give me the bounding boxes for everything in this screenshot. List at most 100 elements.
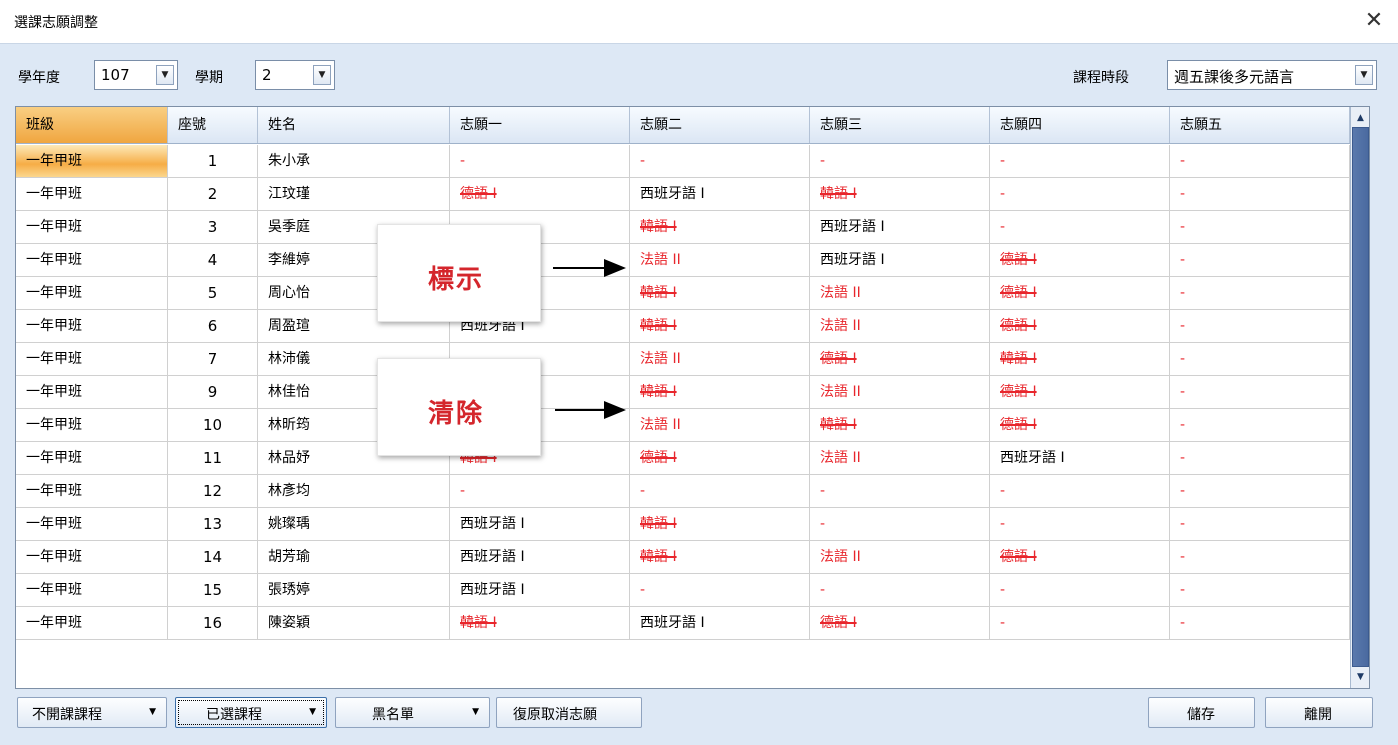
header-choice-3[interactable]: 志願三	[810, 107, 990, 143]
cell-choice-5[interactable]: -	[1170, 541, 1350, 573]
cell-seat[interactable]: 12	[168, 475, 258, 507]
preference-grid[interactable]: 班級 座號 姓名 志願一 志願二 志願三 志願四 志願五 一年甲班 1 朱小承 - - -…	[15, 106, 1370, 689]
not-open-courses-button[interactable]: 不開課課程 ▼	[17, 697, 167, 728]
cell-name[interactable]: 胡芳瑜	[258, 541, 450, 573]
chevron-down-icon[interactable]: ▼	[156, 65, 174, 85]
table-row[interactable]: 一年甲班 11 林品妤 韓語 I 德語 I 法語 II 西班牙語 I-	[16, 442, 1350, 475]
cell-class[interactable]: 一年甲班	[16, 541, 168, 573]
period-select[interactable]: 週五課後多元語言 ▼	[1167, 60, 1377, 90]
cell-seat[interactable]: 13	[168, 508, 258, 540]
cell-class[interactable]: 一年甲班	[16, 607, 168, 639]
header-choice-2[interactable]: 志願二	[630, 107, 810, 143]
cell-seat[interactable]: 11	[168, 442, 258, 474]
cell-seat[interactable]: 1	[168, 145, 258, 177]
table-row[interactable]: 一年甲班 14 胡芳瑜 西班牙語 I 韓語 I 法語 II 德語 I-	[16, 541, 1350, 574]
cell-seat[interactable]: 2	[168, 178, 258, 210]
cell-class[interactable]: 一年甲班	[16, 442, 168, 474]
cell-choice-2[interactable]: 法語 II	[630, 343, 810, 375]
cell-choice-2[interactable]: 韓語 I	[630, 277, 810, 309]
cell-choice-1[interactable]: 西班牙語 I	[450, 508, 630, 540]
table-row[interactable]: 一年甲班 4 李維婷 法語 II 西班牙語 I 德語 I-	[16, 244, 1350, 277]
cell-class[interactable]: 一年甲班	[16, 574, 168, 606]
cell-class[interactable]: 一年甲班	[16, 277, 168, 309]
save-button[interactable]: 儲存	[1148, 697, 1255, 728]
cell-seat[interactable]: 9	[168, 376, 258, 408]
cell-name[interactable]: 朱小承	[258, 145, 450, 177]
cell-choice-4[interactable]: 德語 I	[990, 409, 1170, 441]
cell-seat[interactable]: 3	[168, 211, 258, 243]
cell-seat[interactable]: 4	[168, 244, 258, 276]
cell-class[interactable]: 一年甲班	[16, 376, 168, 408]
cell-choice-5[interactable]: -	[1170, 178, 1350, 210]
cell-seat[interactable]: 10	[168, 409, 258, 441]
cell-choice-3[interactable]: 韓語 I	[810, 409, 990, 441]
cell-choice-3[interactable]: 德語 I	[810, 607, 990, 639]
scroll-down-icon[interactable]: ▼	[1352, 668, 1369, 686]
table-row[interactable]: 一年甲班 12 林彥均 - - - - -	[16, 475, 1350, 508]
cell-choice-4[interactable]: -	[990, 607, 1170, 639]
table-row[interactable]: 一年甲班 3 吳季庭 韓語 I 西班牙語 I--	[16, 211, 1350, 244]
cell-choice-3[interactable]: 法語 II	[810, 310, 990, 342]
cell-choice-2[interactable]: -	[630, 145, 810, 177]
table-row[interactable]: 一年甲班 5 周心怡 韓語 I 法語 II 德語 I-	[16, 277, 1350, 310]
scroll-thumb[interactable]	[1352, 127, 1369, 667]
cell-choice-5[interactable]: -	[1170, 211, 1350, 243]
cell-class[interactable]: 一年甲班	[16, 310, 168, 342]
cell-choice-4[interactable]: -	[990, 574, 1170, 606]
cell-class[interactable]: 一年甲班	[16, 178, 168, 210]
cell-name[interactable]: 林彥均	[258, 475, 450, 507]
cell-choice-1[interactable]: -	[450, 475, 630, 507]
cell-choice-4[interactable]: 德語 I	[990, 244, 1170, 276]
cell-choice-2[interactable]: 韓語 I	[630, 541, 810, 573]
cell-choice-4[interactable]: -	[990, 211, 1170, 243]
cell-choice-3[interactable]: -	[810, 145, 990, 177]
cell-name[interactable]: 陳姿穎	[258, 607, 450, 639]
table-row[interactable]: 一年甲班 1 朱小承 - - - - -	[16, 145, 1350, 178]
cell-choice-1[interactable]: 西班牙語 I	[450, 574, 630, 606]
cell-class[interactable]: 一年甲班	[16, 409, 168, 441]
table-row[interactable]: 一年甲班 16 陳姿穎 韓語 I 西班牙語 I 德語 I--	[16, 607, 1350, 640]
cell-class[interactable]: 一年甲班	[16, 145, 168, 177]
cell-choice-4[interactable]: -	[990, 145, 1170, 177]
cell-choice-2[interactable]: -	[630, 475, 810, 507]
cell-name[interactable]: 江玟瑾	[258, 178, 450, 210]
cell-choice-2[interactable]: 韓語 I	[630, 310, 810, 342]
cell-name[interactable]: 姚璨瑀	[258, 508, 450, 540]
cell-choice-4[interactable]: 韓語 I	[990, 343, 1170, 375]
cell-choice-5[interactable]: -	[1170, 409, 1350, 441]
cell-choice-2[interactable]: 西班牙語 I	[630, 178, 810, 210]
cell-choice-3[interactable]: 西班牙語 I	[810, 211, 990, 243]
table-row[interactable]: 一年甲班 6 周盈瑄 西班牙語 I 韓語 I 法語 II 德語 I-	[16, 310, 1350, 343]
cell-choice-5[interactable]: -	[1170, 442, 1350, 474]
cell-choice-2[interactable]: -	[630, 574, 810, 606]
vertical-scrollbar[interactable]: ▲ ▼	[1350, 107, 1369, 688]
cell-choice-3[interactable]: 法語 II	[810, 277, 990, 309]
cell-choice-4[interactable]: 西班牙語 I	[990, 442, 1170, 474]
blacklist-button[interactable]: 黑名單 ▼	[335, 697, 490, 728]
cell-choice-2[interactable]: 法語 II	[630, 409, 810, 441]
cell-choice-3[interactable]: 德語 I	[810, 343, 990, 375]
cell-choice-4[interactable]: 德語 I	[990, 310, 1170, 342]
cell-seat[interactable]: 15	[168, 574, 258, 606]
cell-class[interactable]: 一年甲班	[16, 475, 168, 507]
restore-cancelled-button[interactable]: 復原取消志願	[496, 697, 642, 728]
header-choice-5[interactable]: 志願五	[1170, 107, 1350, 143]
cell-choice-3[interactable]: 法語 II	[810, 541, 990, 573]
cell-choice-3[interactable]: -	[810, 475, 990, 507]
cell-choice-5[interactable]: -	[1170, 145, 1350, 177]
header-choice-4[interactable]: 志願四	[990, 107, 1170, 143]
cell-class[interactable]: 一年甲班	[16, 244, 168, 276]
table-row[interactable]: 一年甲班 9 林佳怡 韓語 I 法語 II 德語 I-	[16, 376, 1350, 409]
cell-choice-3[interactable]: 韓語 I	[810, 178, 990, 210]
cell-choice-5[interactable]: -	[1170, 475, 1350, 507]
cell-choice-2[interactable]: 西班牙語 I	[630, 607, 810, 639]
cell-choice-4[interactable]: 德語 I	[990, 376, 1170, 408]
cell-choice-5[interactable]: -	[1170, 607, 1350, 639]
selected-courses-button[interactable]: 已選課程 ▼	[175, 697, 327, 728]
cell-choice-1[interactable]: 韓語 I	[450, 607, 630, 639]
cell-choice-5[interactable]: -	[1170, 244, 1350, 276]
cell-choice-1[interactable]: -	[450, 145, 630, 177]
header-choice-1[interactable]: 志願一	[450, 107, 630, 143]
header-seat[interactable]: 座號	[168, 107, 258, 143]
cell-name[interactable]: 張琇婷	[258, 574, 450, 606]
